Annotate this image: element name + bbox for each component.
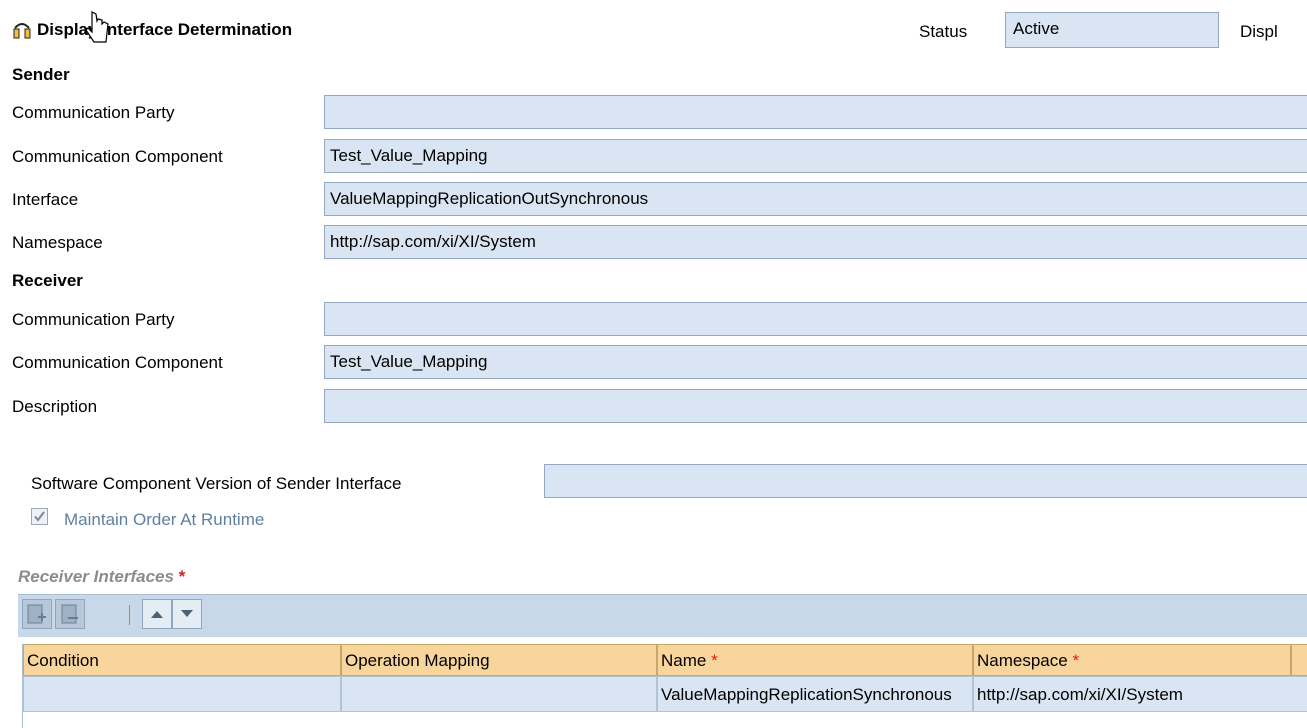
sender-interface-label: Interface (12, 190, 79, 209)
scv-label: Software Component Version of Sender Int… (31, 474, 402, 493)
cell-name[interactable]: ValueMappingReplicationSynchronous (657, 676, 973, 712)
column-header-label: Condition (27, 651, 99, 670)
column-header-name[interactable]: Name * (657, 644, 973, 676)
move-down-icon (181, 610, 193, 617)
checkmark-icon (34, 511, 45, 522)
required-marker: * (711, 651, 718, 670)
description-field[interactable] (324, 389, 1307, 423)
receiver-interfaces-title-text: Receiver Interfaces (18, 567, 174, 586)
receiver-heading: Receiver (12, 271, 83, 290)
column-header-operation-mapping[interactable]: Operation Mapping (341, 644, 657, 676)
insert-row-icon (27, 604, 46, 624)
receiver-component-label: Communication Component (12, 353, 223, 372)
sender-party-label: Communication Party (12, 103, 175, 122)
sender-heading: Sender (12, 65, 70, 84)
receiver-interfaces-toolbar (18, 594, 1307, 637)
move-up-button[interactable] (142, 599, 172, 629)
cell-condition[interactable] (23, 676, 341, 712)
maintain-order-label: Maintain Order At Runtime (64, 510, 265, 529)
column-header-condition[interactable]: Condition (23, 644, 341, 676)
receiver-interfaces-title: Receiver Interfaces * (18, 567, 185, 587)
move-up-icon (151, 611, 163, 618)
scv-field[interactable] (544, 464, 1307, 498)
status-field: Active (1005, 12, 1219, 48)
receiver-party-field[interactable] (324, 302, 1307, 336)
sender-interface-field[interactable]: ValueMappingReplicationOutSynchronous (324, 182, 1307, 216)
delete-row-button[interactable] (55, 599, 85, 629)
sender-namespace-label: Namespace (12, 233, 103, 252)
page-title: Display Interface Determination (12, 20, 292, 40)
required-marker: * (1072, 651, 1080, 670)
receiver-component-field[interactable]: Test_Value_Mapping (324, 345, 1307, 379)
column-header-label: Namespace (977, 651, 1068, 670)
sender-namespace-field[interactable]: http://sap.com/xi/XI/System (324, 225, 1307, 259)
move-down-button[interactable] (172, 599, 202, 629)
sender-component-label: Communication Component (12, 147, 223, 166)
cell-namespace[interactable]: http://sap.com/xi/XI/System (973, 676, 1307, 712)
interface-determination-icon (13, 23, 31, 39)
status-label: Status (919, 22, 968, 41)
column-header-namespace[interactable]: Namespace * (973, 644, 1291, 676)
page-title-text: Display Interface Determination (37, 20, 293, 39)
hand-cursor-icon (86, 11, 109, 43)
column-header-extra (1291, 644, 1307, 676)
insert-row-button[interactable] (22, 599, 52, 629)
column-header-label: Operation Mapping (345, 651, 490, 670)
display-label: Displ (1240, 22, 1278, 41)
sender-party-field[interactable] (324, 95, 1307, 129)
sender-component-field[interactable]: Test_Value_Mapping (324, 139, 1307, 173)
receiver-party-label: Communication Party (12, 310, 175, 329)
column-header-label: Name (661, 651, 707, 670)
toolbar-separator (129, 605, 130, 625)
delete-row-icon (61, 604, 78, 624)
description-label: Description (12, 397, 98, 416)
maintain-order-checkbox[interactable] (31, 508, 48, 525)
cell-operation-mapping[interactable] (341, 676, 657, 712)
required-marker: * (178, 567, 186, 586)
receiver-interfaces-table: Condition Operation Mapping Name * Names… (22, 644, 1307, 728)
